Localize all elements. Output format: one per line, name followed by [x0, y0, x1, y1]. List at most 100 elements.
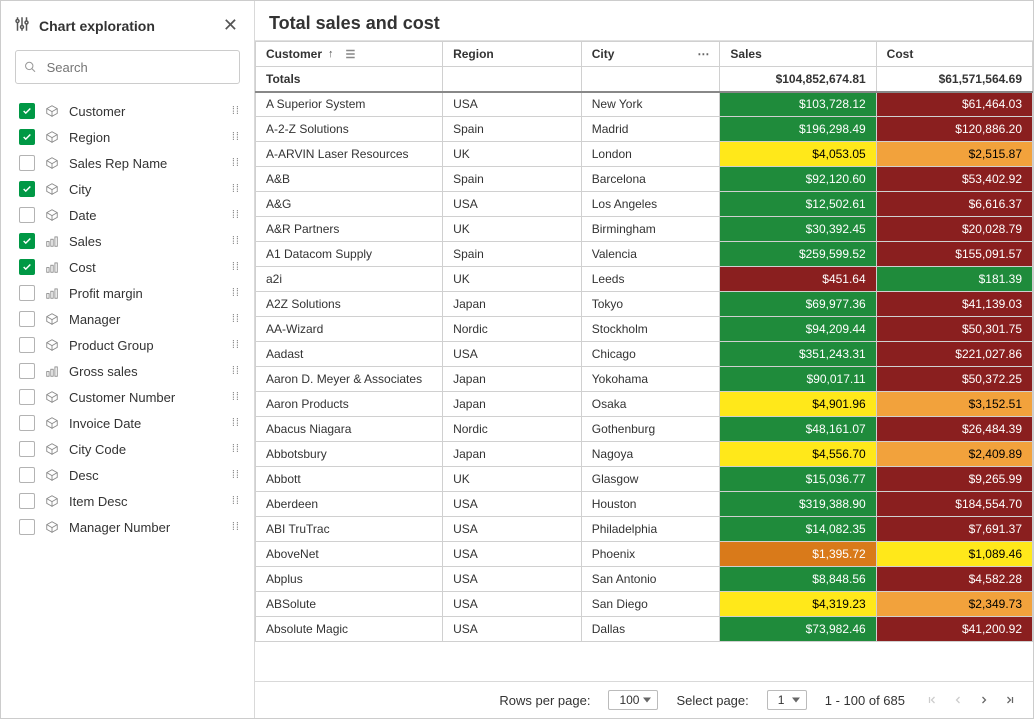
- field-item-city[interactable]: City⁞⁞: [1, 176, 254, 202]
- cell-customer[interactable]: AA-Wizard: [256, 317, 443, 342]
- drag-handle-icon[interactable]: ⁞⁞: [228, 132, 244, 143]
- cell-city[interactable]: Chicago: [581, 342, 720, 367]
- table-row[interactable]: A&R PartnersUKBirmingham$30,392.45$20,02…: [256, 217, 1033, 242]
- field-item-region[interactable]: Region⁞⁞: [1, 124, 254, 150]
- cell-cost[interactable]: $26,484.39: [876, 417, 1032, 442]
- drag-handle-icon[interactable]: ⁞⁞: [228, 522, 244, 533]
- table-row[interactable]: A-2-Z SolutionsSpainMadrid$196,298.49$12…: [256, 117, 1033, 142]
- drag-handle-icon[interactable]: ⁞⁞: [228, 184, 244, 195]
- cell-region[interactable]: USA: [443, 342, 582, 367]
- cell-sales[interactable]: $30,392.45: [720, 217, 876, 242]
- checkbox[interactable]: [19, 363, 35, 379]
- field-item-date[interactable]: Date⁞⁞: [1, 202, 254, 228]
- drag-handle-icon[interactable]: ⁞⁞: [228, 314, 244, 325]
- cell-customer[interactable]: A&G: [256, 192, 443, 217]
- field-item-cost[interactable]: Cost⁞⁞: [1, 254, 254, 280]
- cell-sales[interactable]: $69,977.36: [720, 292, 876, 317]
- table-row[interactable]: a2iUKLeeds$451.64$181.39: [256, 267, 1033, 292]
- cell-sales[interactable]: $92,120.60: [720, 167, 876, 192]
- checkbox[interactable]: [19, 337, 35, 353]
- cell-sales[interactable]: $15,036.77: [720, 467, 876, 492]
- table-row[interactable]: AadastUSAChicago$351,243.31$221,027.86: [256, 342, 1033, 367]
- cell-cost[interactable]: $2,349.73: [876, 592, 1032, 617]
- cell-customer[interactable]: Aaron D. Meyer & Associates: [256, 367, 443, 392]
- cell-customer[interactable]: Aberdeen: [256, 492, 443, 517]
- cell-sales[interactable]: $8,848.56: [720, 567, 876, 592]
- cell-city[interactable]: Dallas: [581, 617, 720, 642]
- cell-cost[interactable]: $41,139.03: [876, 292, 1032, 317]
- cell-sales[interactable]: $103,728.12: [720, 92, 876, 117]
- cell-region[interactable]: UK: [443, 142, 582, 167]
- cell-sales[interactable]: $73,982.46: [720, 617, 876, 642]
- checkbox[interactable]: [19, 493, 35, 509]
- checkbox[interactable]: [19, 389, 35, 405]
- cell-cost[interactable]: $155,091.57: [876, 242, 1032, 267]
- cell-city[interactable]: Stockholm: [581, 317, 720, 342]
- cell-customer[interactable]: Aadast: [256, 342, 443, 367]
- table-row[interactable]: A1 Datacom SupplySpainValencia$259,599.5…: [256, 242, 1033, 267]
- cell-sales[interactable]: $351,243.31: [720, 342, 876, 367]
- cell-customer[interactable]: A2Z Solutions: [256, 292, 443, 317]
- checkbox[interactable]: [19, 519, 35, 535]
- close-icon[interactable]: ✕: [219, 11, 242, 40]
- cell-region[interactable]: Nordic: [443, 417, 582, 442]
- cell-region[interactable]: Japan: [443, 442, 582, 467]
- cell-sales[interactable]: $1,395.72: [720, 542, 876, 567]
- cell-cost[interactable]: $181.39: [876, 267, 1032, 292]
- checkbox[interactable]: [19, 441, 35, 457]
- table-row[interactable]: Aaron ProductsJapanOsaka$4,901.96$3,152.…: [256, 392, 1033, 417]
- cell-customer[interactable]: AboveNet: [256, 542, 443, 567]
- table-row[interactable]: ABI TruTracUSAPhiladelphia$14,082.35$7,6…: [256, 517, 1033, 542]
- cell-city[interactable]: Leeds: [581, 267, 720, 292]
- cell-city[interactable]: Valencia: [581, 242, 720, 267]
- table-row[interactable]: Absolute MagicUSADallas$73,982.46$41,200…: [256, 617, 1033, 642]
- checkbox[interactable]: [19, 155, 35, 171]
- table-row[interactable]: A-ARVIN Laser ResourcesUKLondon$4,053.05…: [256, 142, 1033, 167]
- cell-region[interactable]: USA: [443, 567, 582, 592]
- drag-handle-icon[interactable]: ⁞⁞: [228, 262, 244, 273]
- column-header-customer[interactable]: Customer ↑☰: [256, 42, 443, 67]
- cell-city[interactable]: Glasgow: [581, 467, 720, 492]
- drag-handle-icon[interactable]: ⁞⁞: [228, 366, 244, 377]
- table-scroll[interactable]: Customer ↑☰RegionCity⋯SalesCost Totals$1…: [255, 40, 1033, 681]
- cell-cost[interactable]: $20,028.79: [876, 217, 1032, 242]
- cell-cost[interactable]: $120,886.20: [876, 117, 1032, 142]
- cell-city[interactable]: Phoenix: [581, 542, 720, 567]
- cell-region[interactable]: USA: [443, 192, 582, 217]
- field-item-sales[interactable]: Sales⁞⁞: [1, 228, 254, 254]
- cell-region[interactable]: Spain: [443, 117, 582, 142]
- field-item-gross-sales[interactable]: Gross sales⁞⁞: [1, 358, 254, 384]
- cell-cost[interactable]: $41,200.92: [876, 617, 1032, 642]
- field-item-profit-margin[interactable]: Profit margin⁞⁞: [1, 280, 254, 306]
- cell-city[interactable]: Houston: [581, 492, 720, 517]
- cell-cost[interactable]: $7,691.37: [876, 517, 1032, 542]
- page-next-button[interactable]: [975, 691, 993, 709]
- cell-sales[interactable]: $48,161.07: [720, 417, 876, 442]
- cell-cost[interactable]: $184,554.70: [876, 492, 1032, 517]
- table-row[interactable]: A2Z SolutionsJapanTokyo$69,977.36$41,139…: [256, 292, 1033, 317]
- cell-region[interactable]: USA: [443, 492, 582, 517]
- cell-region[interactable]: Japan: [443, 292, 582, 317]
- cell-customer[interactable]: ABSolute: [256, 592, 443, 617]
- checkbox[interactable]: [19, 285, 35, 301]
- field-item-invoice-date[interactable]: Invoice Date⁞⁞: [1, 410, 254, 436]
- cell-city[interactable]: Los Angeles: [581, 192, 720, 217]
- table-row[interactable]: Aaron D. Meyer & AssociatesJapanYokohama…: [256, 367, 1033, 392]
- cell-sales[interactable]: $451.64: [720, 267, 876, 292]
- cell-city[interactable]: Birmingham: [581, 217, 720, 242]
- cell-cost[interactable]: $6,616.37: [876, 192, 1032, 217]
- search-input-wrap[interactable]: [15, 50, 240, 84]
- table-row[interactable]: Abacus NiagaraNordicGothenburg$48,161.07…: [256, 417, 1033, 442]
- column-header-cost[interactable]: Cost: [876, 42, 1032, 67]
- cell-customer[interactable]: A&R Partners: [256, 217, 443, 242]
- checkbox[interactable]: [19, 233, 35, 249]
- cell-customer[interactable]: a2i: [256, 267, 443, 292]
- table-row[interactable]: AbbottUKGlasgow$15,036.77$9,265.99: [256, 467, 1033, 492]
- cell-customer[interactable]: A1 Datacom Supply: [256, 242, 443, 267]
- cell-customer[interactable]: Abbott: [256, 467, 443, 492]
- field-item-customer-number[interactable]: Customer Number⁞⁞: [1, 384, 254, 410]
- drag-handle-icon[interactable]: ⁞⁞: [228, 236, 244, 247]
- column-header-region[interactable]: Region: [443, 42, 582, 67]
- field-item-item-desc[interactable]: Item Desc⁞⁞: [1, 488, 254, 514]
- drag-handle-icon[interactable]: ⁞⁞: [228, 470, 244, 481]
